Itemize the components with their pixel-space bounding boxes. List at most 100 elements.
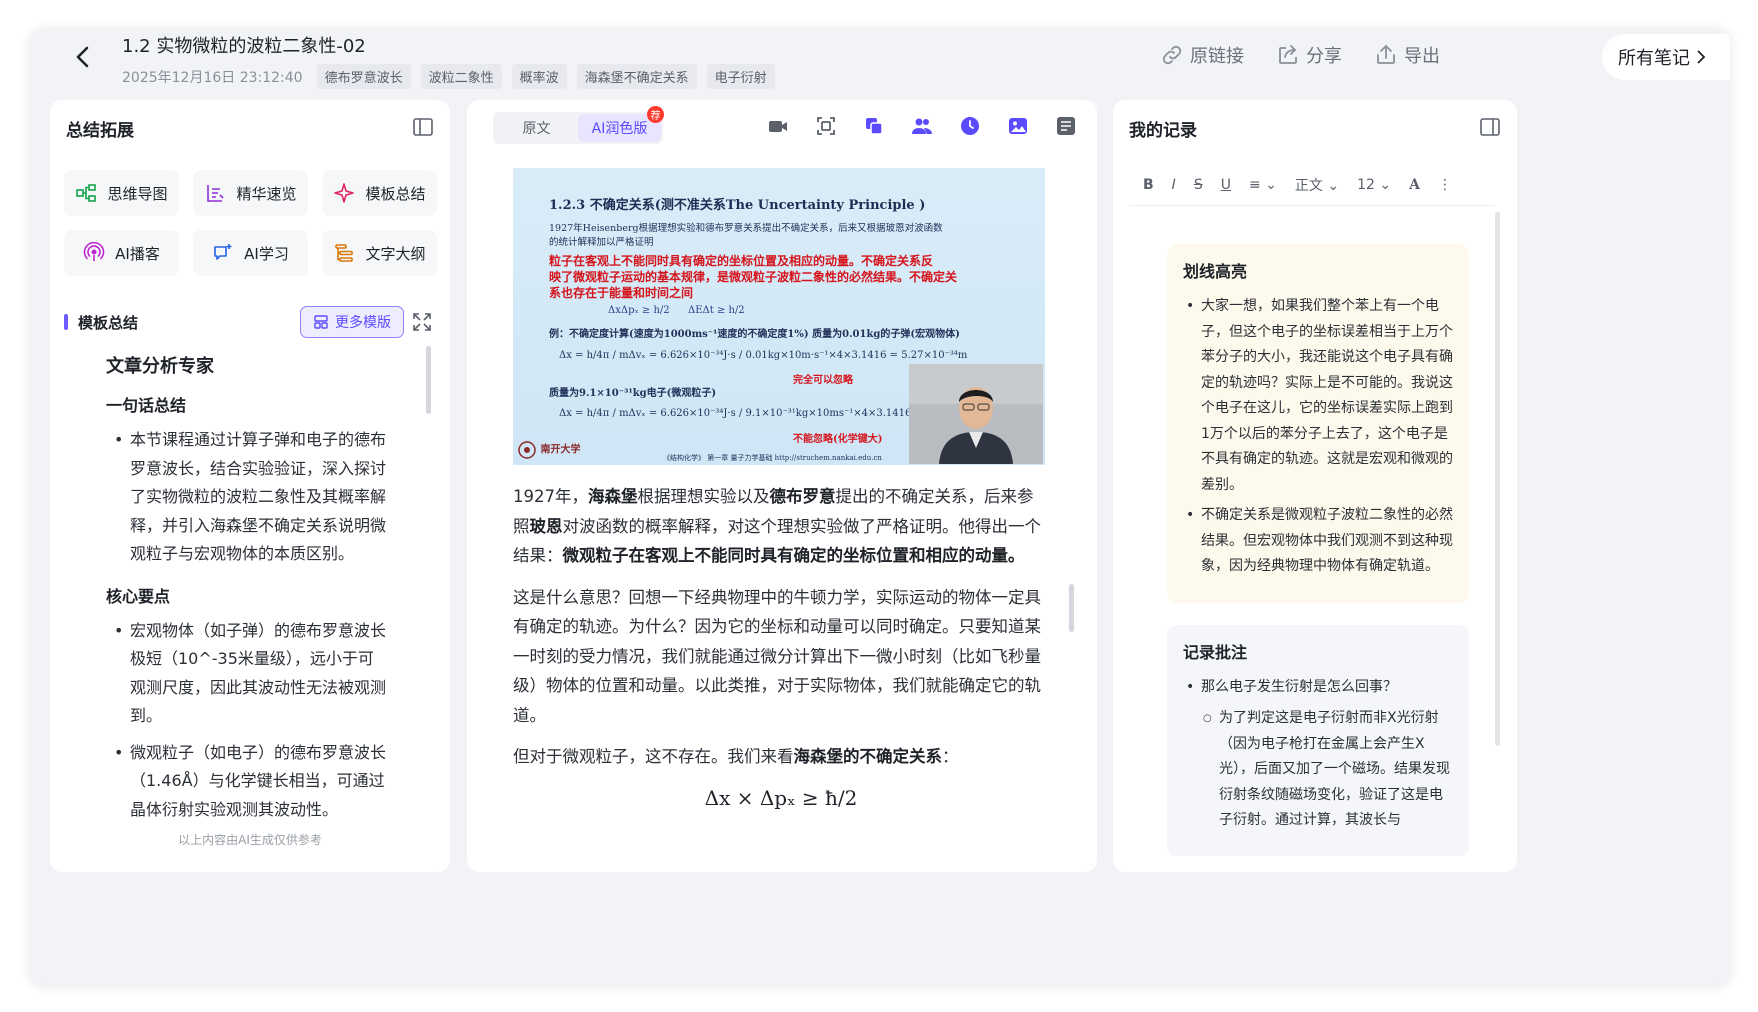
bold-button[interactable]: B [1143, 177, 1154, 193]
content-scrollbar[interactable] [1069, 584, 1074, 632]
list-item: 那么电子发生衍射是怎么回事？ 为了判定这是电子衍射而非X光衍射（因为电子枪打在金… [1183, 675, 1453, 834]
more-button[interactable]: ⋮ [1438, 177, 1452, 193]
video-button[interactable] [767, 115, 789, 137]
outline-icon [335, 244, 354, 262]
ai-learn-icon [214, 244, 232, 260]
source-link-label: 原链接 [1190, 46, 1244, 67]
list-item: 微观粒子（如电子）的德布罗意波长（1.46Å）与化学键长相当，可通过晶体衍射实验… [106, 739, 386, 825]
one-line-title: 一句话总结 [106, 396, 187, 415]
export-icon [1377, 44, 1395, 64]
section-title: 模板总结 [78, 314, 139, 332]
digest-icon [207, 185, 225, 202]
summary-scrollbar[interactable] [426, 346, 431, 414]
tag[interactable]: 波粒二象性 [420, 64, 502, 89]
summary-heading: 文章分析专家 [106, 356, 214, 377]
ai-podcast-label: AI播客 [115, 244, 160, 263]
template-icon [314, 315, 328, 329]
annotation-list: 那么电子发生衍射是怎么回事？ 为了判定这是电子衍射而非X光衍射（因为电子枪打在金… [1183, 675, 1453, 834]
slide-relation: ΔxΔpₓ ≥ h/2 [608, 305, 670, 316]
more-templates-button[interactable]: 更多模版 [300, 306, 404, 338]
list-item: 本节课程通过计算子弹和电子的德布罗意波长，结合实验验证，深入探讨了实物微粒的波粒… [106, 426, 386, 569]
ai-podcast-button[interactable]: AI播客 [64, 230, 179, 276]
style-dropdown[interactable]: 正文 ⌄ [1295, 175, 1339, 195]
notes-scrollbar[interactable] [1495, 212, 1500, 746]
copy-button[interactable] [863, 115, 885, 137]
outline-button[interactable]: 文字大纲 [322, 230, 437, 276]
paragraph: 但对于微观粒子，这不存在。我们来看海森堡的不确定关系： [513, 747, 959, 766]
font-size-dropdown[interactable]: 12 ⌄ [1357, 177, 1391, 193]
chevron-right-icon [1697, 50, 1706, 64]
italic-button[interactable]: I [1172, 177, 1176, 193]
all-notes-label: 所有笔记 [1618, 48, 1690, 69]
slide-red-text: 粒子在客观上不能同时具有确定的坐标位置及相应的动量。不确定关系反 [549, 254, 934, 268]
outline-label: 文字大纲 [365, 244, 426, 263]
version-switch: 原文 AI润色版 [493, 112, 663, 144]
meta-row: 2025年12月16日 23:12:40 德布罗意波长 波粒二象性 概率波 海森… [118, 64, 775, 89]
content-panel: 原文 AI润色版 荐 1.2.3 不确定关系(测不准关系The Uncertai… [467, 100, 1097, 872]
paragraph: 这是什么意思？回想一下经典物理中的牛顿力学，实际运动的物体一定具有确定的轨迹。为… [513, 587, 1041, 725]
image-icon [1009, 118, 1027, 134]
tool-grid: 思维导图 精华速览 模板总结 AI播客 AI学习 文字大纲 [64, 170, 437, 276]
slide-note: 不能忽略(化学键大) [793, 434, 883, 445]
strike-button[interactable]: S [1194, 177, 1203, 193]
ai-learn-label: AI学习 [244, 244, 289, 263]
highlight-title: 划线高亮 [1183, 262, 1248, 281]
key-points-list: 宏观物体（如子弹）的德布罗意波长极短（10^-35米量级），远小于可观测尺度，因… [106, 617, 386, 825]
export-label: 导出 [1404, 46, 1440, 67]
people-button[interactable] [911, 115, 933, 137]
source-link-button[interactable]: 原链接 [1160, 42, 1244, 68]
slide-example: 例：不确定度计算(速度为1000ms⁻¹速度的不确定度1%) 质量为0.01kg… [549, 329, 960, 340]
video-icon [769, 121, 787, 132]
slide-mass: 质量为9.1×10⁻³¹kg电子(微观粒子) [549, 388, 717, 399]
tag[interactable]: 海森堡不确定关系 [576, 64, 697, 89]
back-button[interactable] [68, 42, 98, 72]
template-summary-button[interactable]: 模板总结 [322, 170, 437, 216]
font-color-button[interactable]: A [1409, 177, 1420, 193]
underline-button[interactable]: U [1221, 177, 1231, 193]
annotation-card: 记录批注 那么电子发生衍射是怎么回事？ 为了判定这是电子衍射而非X光衍射（因为电… [1167, 624, 1469, 856]
page-title: 1.2 实物微粒的波粒二象性-02 [122, 36, 366, 57]
list-item: 大家一想，如果我们整个苯上有一个电子，但这个电子的坐标误差相当于上万个苯分子的大… [1183, 294, 1453, 498]
slide-relation: ΔEΔt ≥ h/2 [688, 305, 745, 316]
share-button[interactable]: 分享 [1276, 42, 1342, 68]
tag[interactable]: 概率波 [511, 64, 567, 89]
align-dropdown[interactable]: ≡ ⌄ [1249, 177, 1277, 193]
list-item: 宏观物体（如子弹）的德布罗意波长极短（10^-35米量级），远小于可观测尺度，因… [106, 617, 386, 731]
template-section-header: 模板总结 更多模版 [64, 306, 434, 338]
sidebar-toggle-icon[interactable] [412, 116, 434, 138]
mindmap-button[interactable]: 思维导图 [64, 170, 179, 216]
translate-button[interactable] [1055, 115, 1077, 137]
notes-panel-title: 我的记录 [1129, 121, 1197, 141]
formula: Δx × Δpₓ ≥ ħ/2 [704, 785, 858, 810]
sidebar-toggle-icon[interactable] [1479, 116, 1501, 138]
slide-title: 1.2.3 不确定关系(测不准关系The Uncertainty Princip… [549, 198, 926, 213]
tag[interactable]: 电子衍射 [706, 64, 775, 89]
slide-calc: Δx = h/4π / mΔvₓ = 6.626×10⁻³⁴J·s / 0.01… [559, 350, 968, 361]
podcast-icon [83, 242, 105, 261]
screenshot-button[interactable] [815, 115, 837, 137]
recommend-badge: 荐 [647, 106, 664, 123]
clock-icon [961, 117, 979, 135]
tag[interactable]: 德布罗意波长 [316, 64, 411, 89]
people-icon [912, 118, 932, 134]
copy-icon [866, 118, 883, 135]
slide-red-text: 映了微观粒子运动的基本规律，是微观粒子波粒二象性的必然结果。不确定关 [549, 270, 958, 284]
notes-content: 划线高亮 大家一想，如果我们整个苯上有一个电子，但这个电子的坐标误差相当于上万个… [1167, 244, 1469, 856]
translate-icon [1057, 117, 1075, 135]
export-button[interactable]: 导出 [1374, 42, 1440, 68]
all-notes-button[interactable]: 所有笔记 [1602, 34, 1730, 80]
image-button[interactable] [1007, 115, 1029, 137]
tab-original[interactable]: 原文 [495, 114, 578, 142]
note-date: 2025年12月16日 23:12:40 [122, 69, 303, 86]
history-button[interactable] [959, 115, 981, 137]
expand-icon[interactable] [410, 310, 434, 334]
ai-learn-button[interactable]: AI学习 [193, 230, 308, 276]
lecturer-figure [909, 364, 1043, 464]
key-points-title: 核心要点 [106, 586, 171, 606]
section-marker [64, 314, 68, 330]
summary-content: 文章分析专家 一句话总结 本节课程通过计算子弹和电子的德布罗意波长，结合实验验证… [106, 352, 386, 827]
back-icon [76, 46, 89, 68]
one-line-list: 本节课程通过计算子弹和电子的德布罗意波长，结合实验验证，深入探讨了实物微粒的波粒… [106, 426, 386, 569]
highlight-card: 划线高亮 大家一想，如果我们整个苯上有一个电子，但这个电子的坐标误差相当于上万个… [1167, 244, 1469, 603]
digest-button[interactable]: 精华速览 [193, 170, 308, 216]
